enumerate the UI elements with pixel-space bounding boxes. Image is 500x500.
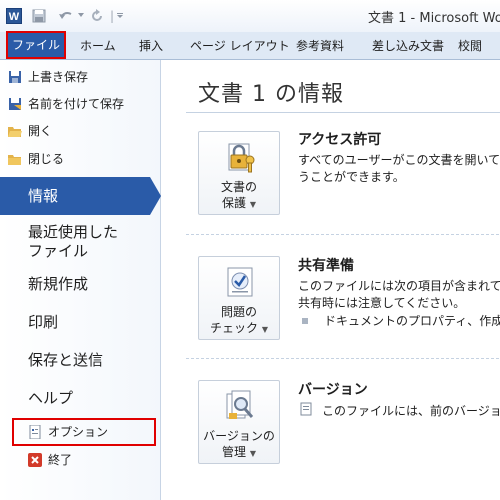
- prepare-sharing-heading: 共有準備: [298, 258, 354, 274]
- versions-text-line1: このファイルには、前のバージョンはあ: [322, 404, 500, 418]
- dropdown-caret-icon: ▼: [261, 325, 268, 334]
- prepare-sharing-text-line1: このファイルには次の項目が含まれています: [298, 279, 500, 293]
- word-app-icon[interactable]: W: [6, 8, 22, 24]
- protect-document-button[interactable]: 文書の 保護 ▼: [198, 131, 280, 215]
- page-title: 文書 1 の情報: [198, 82, 344, 107]
- undo-dropdown-icon[interactable]: [78, 13, 84, 17]
- sidebar-item-print[interactable]: 印刷: [28, 312, 58, 332]
- save-icon[interactable]: [32, 9, 46, 23]
- dropdown-caret-icon: ▼: [249, 200, 256, 209]
- sidebar-item-close[interactable]: 閉じる: [28, 149, 64, 169]
- close-folder-icon: [8, 155, 21, 165]
- protect-document-label-2: 保護 ▼: [199, 194, 279, 211]
- checklist-icon: [227, 267, 253, 297]
- protect-document-label: 文書の: [220, 180, 257, 194]
- save-as-icon: [9, 98, 21, 110]
- tab-file[interactable]: ファイル: [6, 31, 66, 59]
- sidebar-item-exit[interactable]: 終了: [48, 450, 72, 470]
- sidebar-item-help[interactable]: ヘルプ: [28, 388, 73, 408]
- tab-insert[interactable]: 挿入: [139, 32, 163, 60]
- sidebar-item-options[interactable]: オプション: [48, 422, 108, 442]
- options-icon: [29, 425, 41, 439]
- tab-review[interactable]: 校閲: [458, 32, 482, 60]
- protect-document-label-text: 保護: [222, 196, 247, 210]
- tab-mailings[interactable]: 差し込み文書: [372, 32, 444, 60]
- sidebar-item-info[interactable]: [0, 177, 150, 215]
- sidebar-item-info-label: 情報: [28, 187, 59, 205]
- versions-heading: バージョン: [298, 382, 368, 398]
- section-divider: [186, 234, 500, 235]
- prepare-sharing-bullet-item: ドキュメントのプロパティ、作成者の: [324, 314, 500, 328]
- check-for-issues-label: 問題の: [220, 305, 257, 319]
- title-bar: W | 文書 1 - Microsoft Word: [0, 0, 500, 32]
- manage-versions-button[interactable]: バージョンの 管理 ▼: [198, 380, 280, 464]
- sidebar-item-recent-line2[interactable]: ファイル: [28, 241, 88, 261]
- selected-tab-arrow: [150, 177, 161, 215]
- tab-home[interactable]: ホーム: [80, 32, 116, 60]
- undo-icon[interactable]: [58, 10, 76, 22]
- title-divider: [186, 112, 500, 113]
- prepare-sharing-text-line2: 共有時には注意してください。: [298, 296, 466, 310]
- manage-versions-label-2: 管理 ▼: [199, 443, 279, 460]
- check-for-issues-label-2: チェック ▼: [199, 319, 279, 336]
- ribbon-tab-bar: ホーム 挿入 ページ レイアウト 参考資料 差し込み文書 校閲: [0, 32, 500, 60]
- check-for-issues-button[interactable]: 問題の チェック ▼: [198, 256, 280, 340]
- permissions-text-line1: すべてのユーザーがこの文書を開いてコピー: [298, 153, 500, 167]
- sidebar-item-new[interactable]: 新規作成: [28, 274, 88, 294]
- tab-references[interactable]: 参考資料: [296, 32, 344, 60]
- permissions-heading: アクセス許可: [298, 132, 382, 148]
- open-folder-icon: [8, 127, 22, 137]
- bullet-icon: [302, 318, 308, 324]
- manage-versions-label-text: 管理: [222, 445, 247, 459]
- lock-key-icon: [228, 143, 255, 173]
- exit-icon: [28, 453, 42, 467]
- section-divider: [186, 358, 500, 359]
- check-for-issues-label-text: チェック: [210, 321, 259, 335]
- quick-access-separator: |: [110, 9, 115, 23]
- customize-quick-access-icon[interactable]: [117, 13, 123, 18]
- document-icon: [300, 402, 312, 416]
- repeat-icon[interactable]: [90, 9, 104, 23]
- sidebar-item-save-and-send[interactable]: 保存と送信: [28, 350, 103, 370]
- manage-versions-label: バージョンの: [203, 429, 275, 443]
- save-icon: [9, 71, 21, 83]
- dropdown-caret-icon: ▼: [249, 449, 256, 458]
- sidebar-item-save-as[interactable]: 名前を付けて保存: [28, 94, 124, 114]
- permissions-text-line2: うことができます。: [298, 170, 405, 184]
- sidebar-item-open[interactable]: 開く: [28, 121, 52, 141]
- tab-page-layout[interactable]: ページ レイアウト: [190, 32, 290, 60]
- sidebar-item-recent-line1[interactable]: 最近使用した: [28, 222, 118, 242]
- document-search-icon: [226, 390, 254, 419]
- window-title: 文書 1 - Microsoft Word: [368, 11, 500, 26]
- sidebar-item-save[interactable]: 上書き保存: [28, 67, 88, 87]
